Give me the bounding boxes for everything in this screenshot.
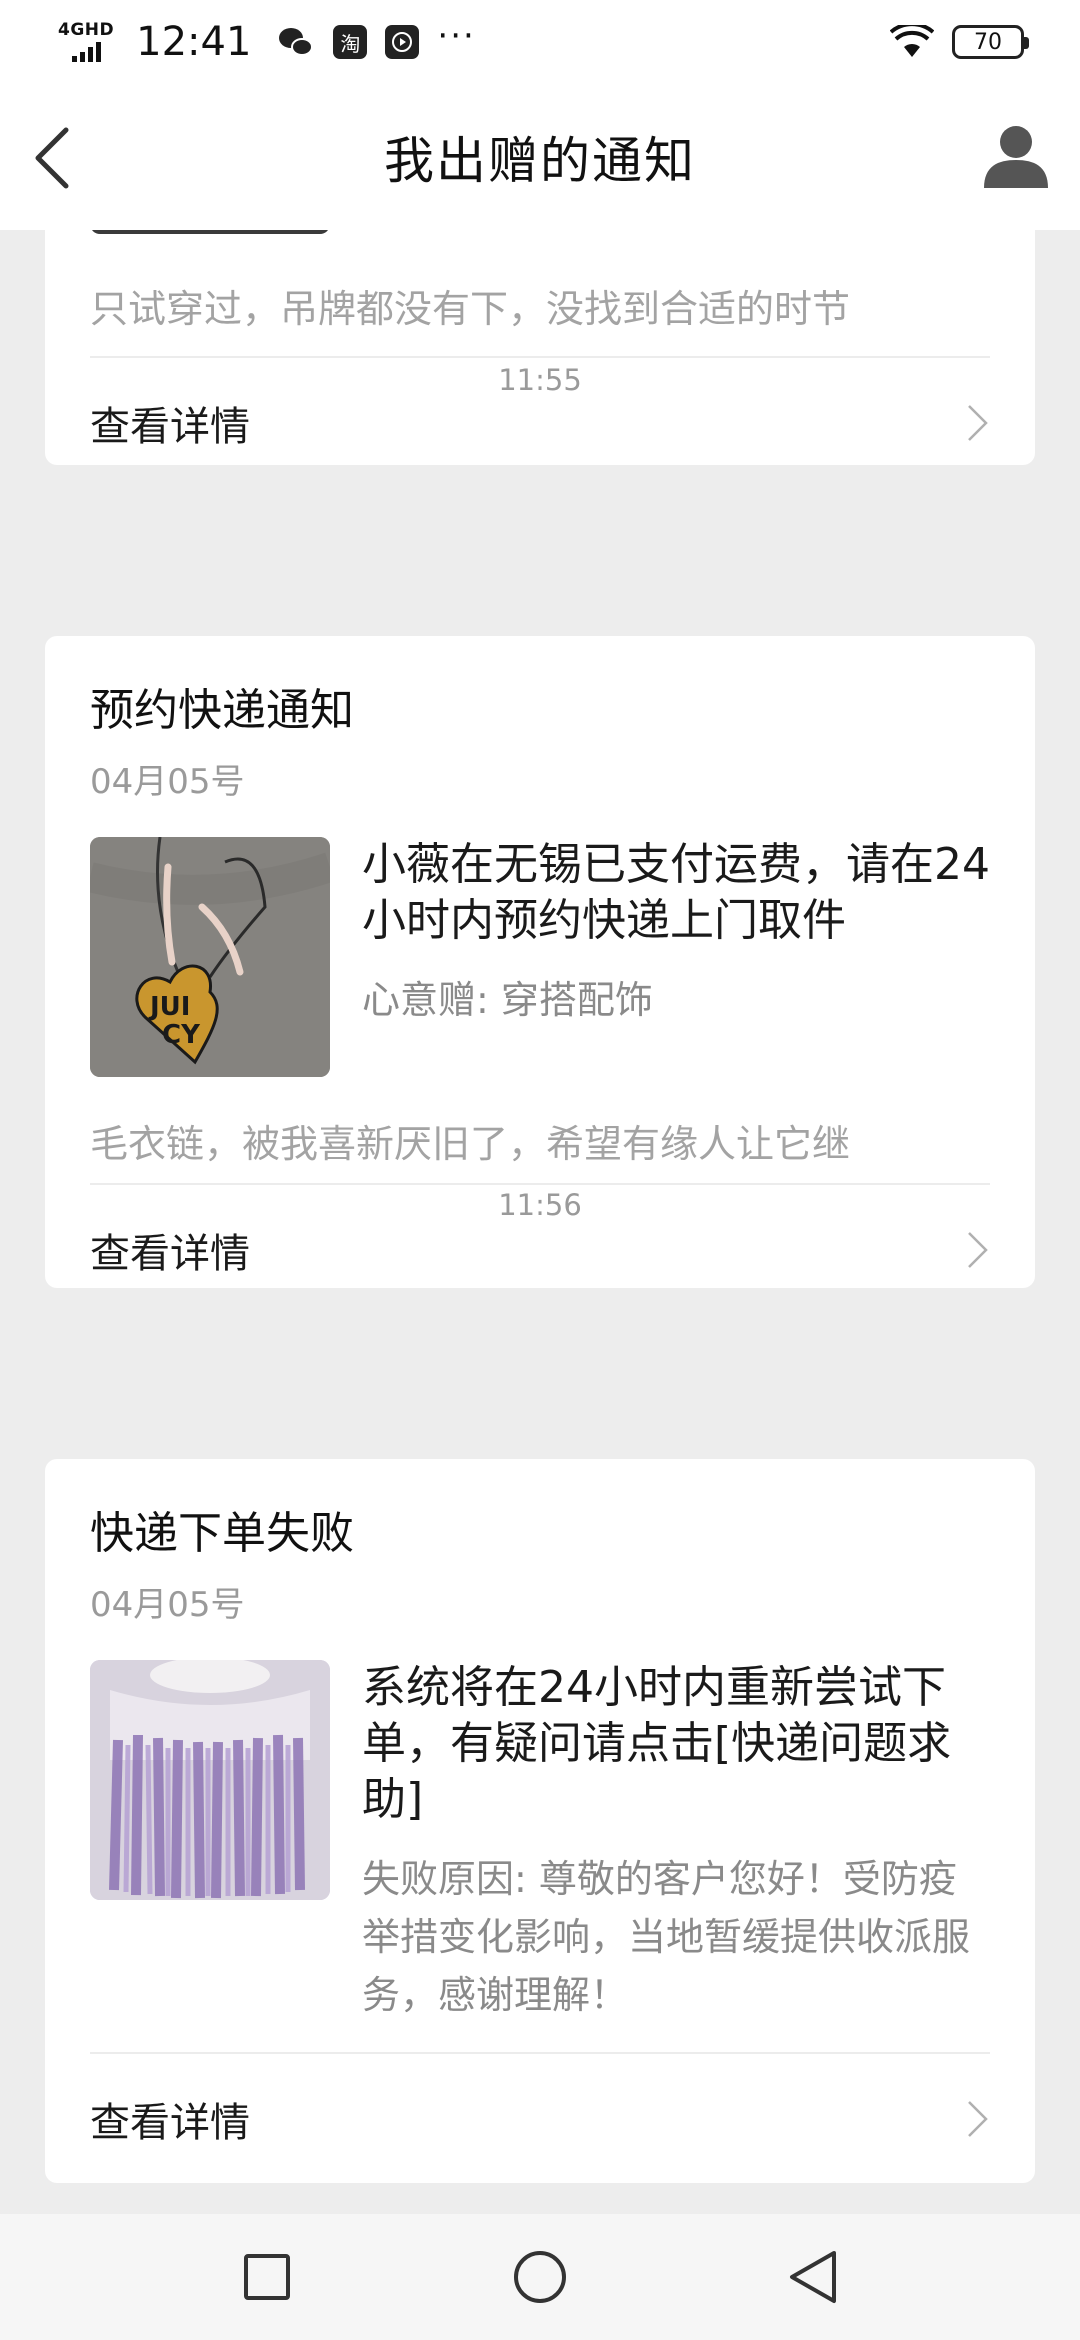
profile-button[interactable] xyxy=(980,120,1052,192)
battery-level: 70 xyxy=(974,29,1002,55)
more-notifications-icon: ··· xyxy=(437,16,476,56)
garment-image xyxy=(90,1660,330,1900)
wifi-icon xyxy=(890,25,934,57)
time-separator: 11:56 xyxy=(498,1188,582,1222)
back-arrow-icon xyxy=(35,127,69,189)
notification-date: 04月05号 xyxy=(90,1585,245,1625)
system-nav-bar xyxy=(0,2214,1080,2340)
time-separator: 11:55 xyxy=(498,363,582,397)
view-details-label: 查看详情 xyxy=(90,1231,250,1277)
notification-title: 快递下单失败 xyxy=(90,1508,354,1559)
status-bar: 4GHD 12:41 淘 ··· 70 xyxy=(0,0,1080,84)
battery-icon: 70 xyxy=(952,25,1029,59)
view-details-label: 查看详情 xyxy=(90,2100,250,2146)
title-bar: 我出赠的通知 xyxy=(0,84,1080,230)
network-type: 4GHD xyxy=(58,20,115,40)
status-time: 12:41 xyxy=(136,19,252,65)
page-title: 我出赠的通知 xyxy=(384,132,696,190)
pendant-text-top: JUI xyxy=(148,992,190,1022)
square-icon xyxy=(243,2254,290,2300)
item-description: 只试穿过，吊牌都没有下，没找到合适的时节 xyxy=(90,287,851,331)
back-button[interactable] xyxy=(24,120,94,196)
view-details-label: 查看详情 xyxy=(90,404,250,450)
pendant-text-bottom: CY xyxy=(162,1020,201,1050)
triangle-back-icon xyxy=(790,2251,837,2303)
cellular-signal-icon: 4GHD xyxy=(58,22,114,62)
taobao-icon: 淘 xyxy=(333,25,368,59)
notification-list[interactable]: 只试穿过，吊牌都没有下，没找到合适的时节 查看详情 11:55 预约快递通知 0… xyxy=(0,230,1080,2214)
product-thumbnail xyxy=(90,230,330,234)
notification-message[interactable]: 系统将在24小时内重新尝试下单，有疑问请点击[快递问题求助] xyxy=(362,1660,990,1828)
notification-card: 只试穿过，吊牌都没有下，没找到合适的时节 查看详情 xyxy=(45,230,1035,465)
chevron-right-icon xyxy=(968,2101,988,2137)
notification-title: 预约快递通知 xyxy=(90,685,354,736)
video-icon xyxy=(385,25,420,59)
back-nav-button[interactable] xyxy=(778,2242,848,2312)
notification-message: 小薇在无锡已支付运费，请在24小时内预约快递上门取件 xyxy=(362,839,990,946)
wechat-icon xyxy=(279,26,315,58)
necklace-image: JUI CY xyxy=(90,837,330,1077)
failure-reason: 失败原因: 尊敬的客户您好！受防疫举措变化影响，当地暂缓提供收派服务，感谢理解！ xyxy=(362,1857,971,2017)
chevron-right-icon xyxy=(968,405,988,441)
view-details-row[interactable]: 查看详情 xyxy=(45,2054,1035,2184)
notification-card: 快递下单失败 04月05号 系统将在24小时内重新尝试下单，有疑问请点击[快递问… xyxy=(45,1459,1035,2183)
recent-apps-button[interactable] xyxy=(232,2242,302,2312)
home-button[interactable] xyxy=(505,2242,575,2312)
notification-date: 04月05号 xyxy=(90,762,245,802)
product-thumbnail[interactable]: JUI CY xyxy=(90,837,330,1077)
product-thumbnail[interactable] xyxy=(90,1660,330,1900)
circle-icon xyxy=(513,2251,566,2303)
person-icon xyxy=(984,126,1048,188)
item-description: 毛衣链，被我喜新厌旧了，希望有缘人让它继 xyxy=(90,1122,851,1166)
donation-category: 心意赠: 穿搭配饰 xyxy=(362,978,653,1022)
chevron-right-icon xyxy=(968,1232,988,1268)
